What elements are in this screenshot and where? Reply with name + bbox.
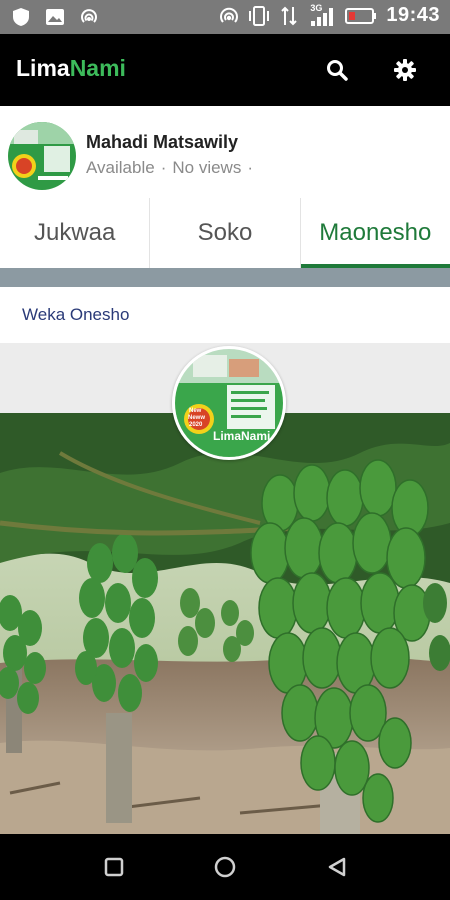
circle-icon [214,856,236,878]
section-divider [0,268,450,287]
availability-status: Available [86,158,155,177]
battery-icon [344,5,378,27]
tab-soko[interactable]: Soko [150,198,301,268]
image-icon [44,6,66,28]
add-show-row: Weka Onesho [0,287,450,344]
add-show-link[interactable]: Weka Onesho [22,305,129,325]
back-triangle-icon [328,857,346,877]
hotspot-icon [218,5,240,27]
post-logo[interactable]: New Neww 2020 LimaNami [172,346,286,460]
separator-dot: · [247,158,253,177]
hotspot-icon [78,6,100,28]
vibrate-icon [248,5,270,27]
logo-badge-line2: Neww [188,415,206,421]
tab-maonesho[interactable]: Maonesho [300,198,450,268]
post-image[interactable] [0,413,450,834]
home-button[interactable] [208,850,242,884]
clock-time: 19:43 [386,4,440,26]
system-nav-bar [0,834,450,900]
recents-button[interactable] [97,850,131,884]
network-type-label: 3G [310,2,323,13]
status-bar: 3G 19:43 [0,0,450,34]
search-icon[interactable] [323,56,351,84]
separator-dot: · [160,158,167,177]
brand-part-lima: Lima [16,55,70,81]
app-brand-logo: LimaNami [16,55,126,82]
logo-brand-text: LimaNami [213,429,271,443]
profile-header[interactable]: Mahadi Matsawily Available · No views · [0,106,450,199]
avatar[interactable] [8,122,76,190]
brand-part-nami: Nami [69,55,126,81]
profile-name: Mahadi Matsawily [86,132,239,152]
shield-icon [10,6,32,28]
logo-badge-year: 2020 [189,422,203,428]
profile-meta: Available · No views · [86,158,253,178]
back-button[interactable] [320,850,354,884]
views-count: No views [172,158,242,177]
logo-badge-line1: New [189,408,202,414]
square-icon [104,857,124,877]
app-bar: LimaNami [0,34,450,106]
data-transfer-icon [278,5,300,27]
gear-icon[interactable] [391,56,419,84]
signal-icon: 3G [308,2,336,27]
tab-bar: Jukwaa Soko Maonesho [0,198,450,269]
tab-jukwaa[interactable]: Jukwaa [0,198,151,268]
